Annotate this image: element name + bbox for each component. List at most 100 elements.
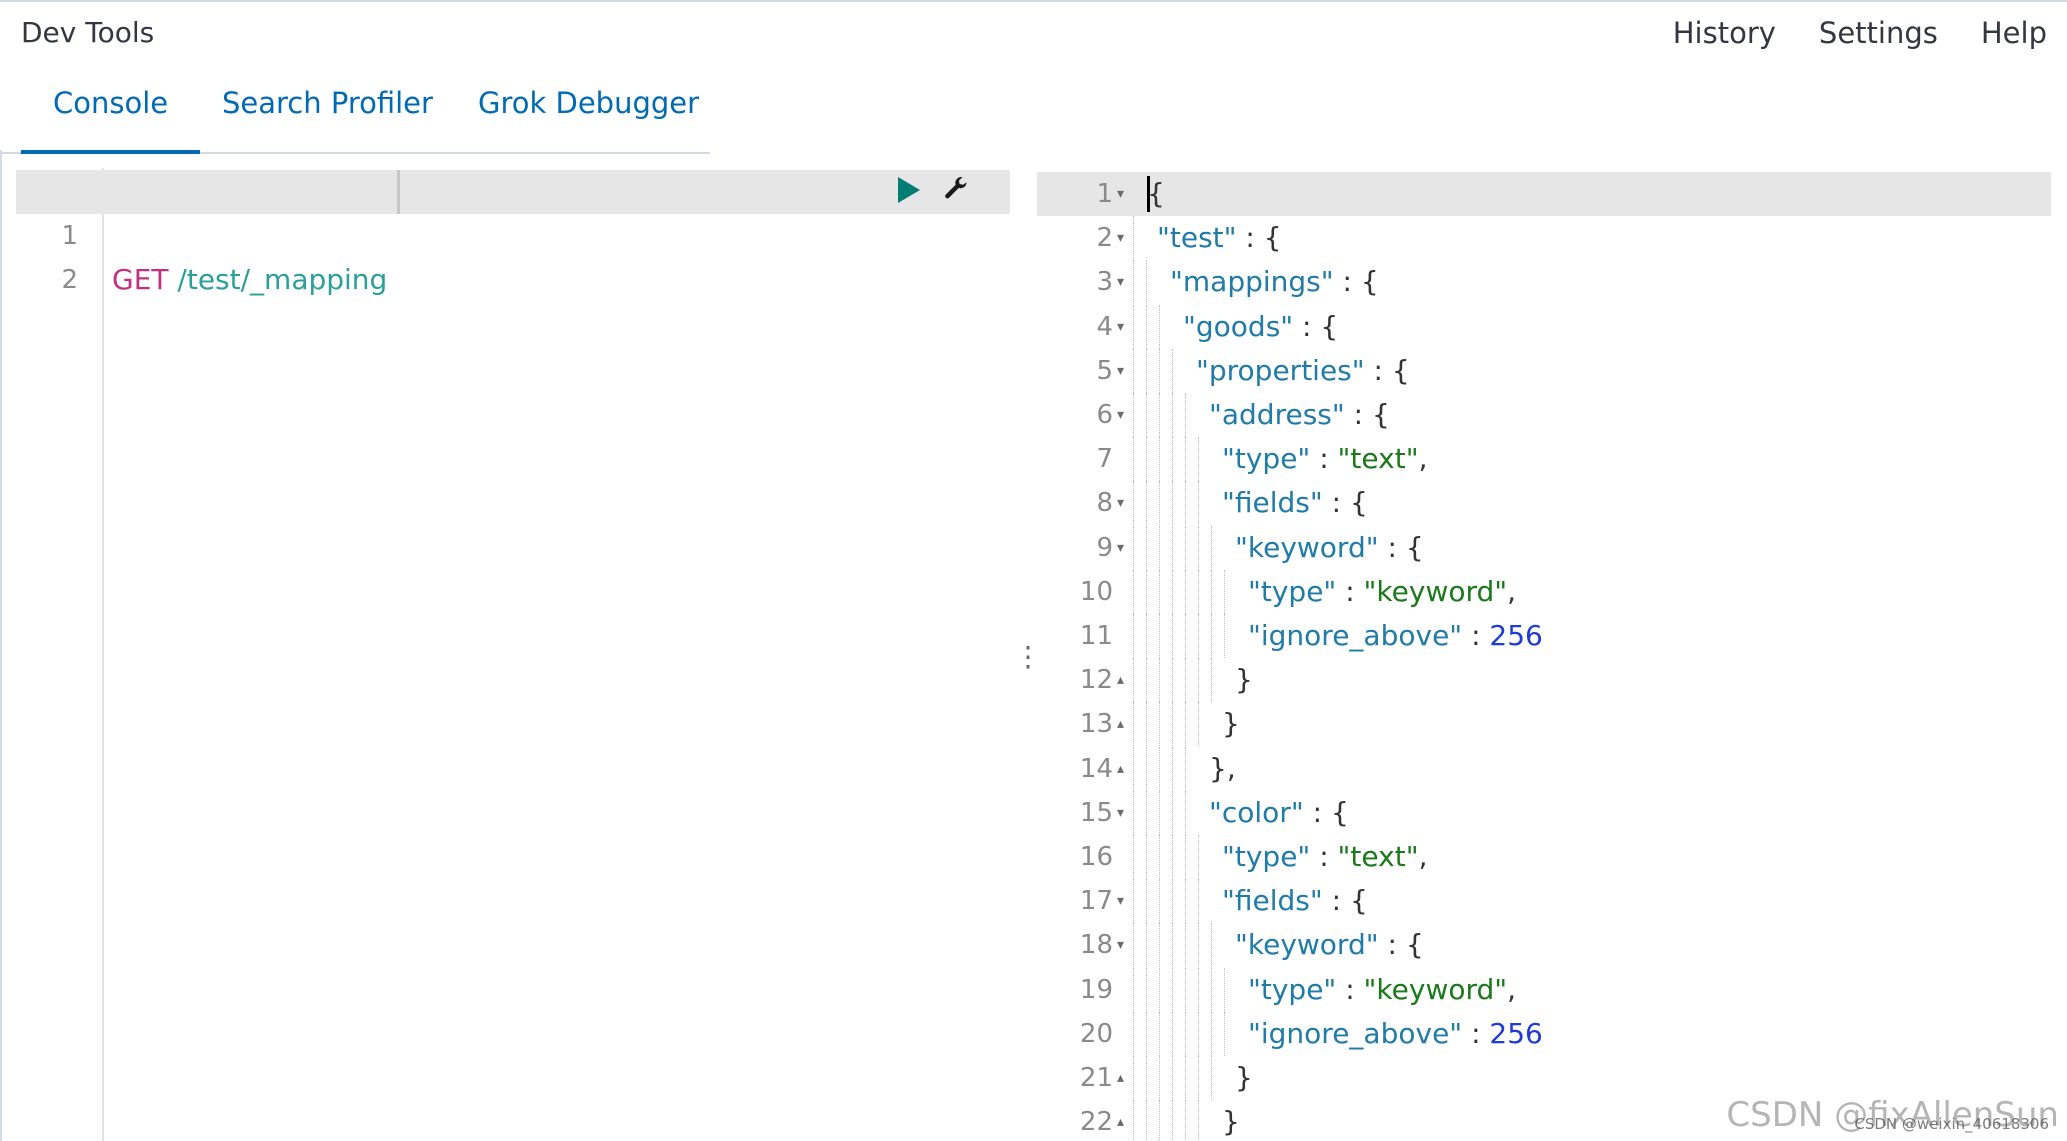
dev-tools-app: Dev Tools History Settings Help Console … (0, 0, 2067, 1141)
response-line[interactable]: 9 ▾ "keyword" : { (1037, 525, 2051, 570)
response-code: "color" : { (1209, 791, 1349, 835)
indent-guide (1185, 614, 1186, 658)
indent-guide (1185, 702, 1186, 747)
response-line[interactable]: 1 ▾{ (1037, 172, 2051, 216)
help-link[interactable]: Help (1981, 16, 2047, 50)
tab-console[interactable]: Console (21, 86, 201, 154)
request-editor[interactable]: 1 GET /test/_mapping 2 (16, 168, 1010, 1141)
response-line[interactable]: 6 ▾ "address" : { (1037, 393, 2051, 437)
tab-console-label: Console (53, 86, 169, 120)
response-code: "test" : { (1157, 216, 1282, 260)
line-number: 2 (1096, 223, 1113, 254)
json-key: "test" (1157, 221, 1237, 255)
response-line[interactable]: 7 "type" : "text", (1037, 437, 2051, 482)
json-punctuation: : (1310, 840, 1338, 873)
indent-guide (1172, 923, 1173, 968)
fold-open-icon[interactable]: ▾ (1117, 879, 1124, 923)
line-number: 19 (1079, 974, 1113, 1005)
line-number: 8 (1096, 488, 1113, 519)
response-line[interactable]: 20 "ignore_above" : 256 (1037, 1011, 2051, 1056)
fold-open-icon[interactable]: ▾ (1117, 481, 1124, 525)
response-line[interactable]: 21 ▴} (1037, 1056, 2051, 1100)
indent-guide (1172, 746, 1173, 791)
tab-grok-debugger[interactable]: Grok Debugger (478, 86, 699, 150)
history-link[interactable]: History (1673, 16, 1776, 50)
wrench-icon[interactable] (942, 176, 970, 204)
indent-guide (1159, 746, 1160, 791)
indent-guide (1133, 790, 1134, 835)
response-line[interactable]: 5 ▾ "properties" : { (1037, 348, 2051, 393)
indent-guide (1198, 879, 1199, 924)
json-key: "keyword" (1235, 530, 1379, 564)
response-code: "mappings" : { (1170, 260, 1379, 304)
response-line[interactable]: 2 ▾ "test" : { (1037, 216, 2051, 261)
indent-guide (1185, 481, 1186, 526)
json-punctuation: } (1222, 1105, 1240, 1139)
indent-guide (1185, 658, 1186, 703)
request-code[interactable]: GET /test/_mapping (112, 258, 387, 302)
response-line[interactable]: 19 "type" : "keyword", (1037, 967, 2051, 1012)
fold-open-icon[interactable]: ▾ (1117, 172, 1124, 216)
indent-guide (1133, 923, 1134, 968)
fold-open-icon[interactable]: ▾ (1117, 216, 1124, 260)
settings-link[interactable]: Settings (1819, 16, 1938, 50)
json-key: "goods" (1183, 309, 1294, 343)
indent-guide (1133, 835, 1134, 879)
fold-open-icon[interactable]: ▾ (1117, 791, 1124, 835)
response-code: } (1235, 1056, 1253, 1100)
response-code: "type" : "text", (1222, 437, 1427, 481)
fold-open-icon[interactable]: ▾ (1117, 349, 1124, 393)
fold-open-icon[interactable]: ▾ (1117, 923, 1124, 967)
indent-guide (1159, 790, 1160, 835)
json-key: "properties" (1196, 353, 1365, 387)
fold-close-icon[interactable]: ▴ (1117, 1100, 1124, 1141)
indent-guide (1172, 437, 1173, 482)
response-line[interactable]: 11 "ignore_above" : 256 (1037, 614, 2051, 658)
response-line[interactable]: 12 ▴} (1037, 658, 2051, 703)
json-punctuation: : { (1333, 265, 1379, 299)
indent-guide (1146, 1011, 1147, 1056)
indent-guide (1159, 658, 1160, 703)
indent-guide (1133, 746, 1134, 791)
response-line[interactable]: 10 "type" : "keyword", (1037, 569, 2051, 614)
indent-guide (1159, 923, 1160, 968)
response-line[interactable]: 8 ▾ "fields" : { (1037, 481, 2051, 526)
json-punctuation: : { (1344, 398, 1390, 431)
response-line[interactable]: 18 ▾ "keyword" : { (1037, 923, 2051, 968)
fold-open-icon[interactable]: ▾ (1117, 393, 1124, 437)
request-method: GET (112, 263, 169, 296)
play-icon[interactable] (898, 177, 920, 203)
response-editor[interactable]: 1 ▾{2 ▾ "test" : {3 ▾ "mappings" : {4 ▾ "goods"… (1037, 168, 2051, 1141)
indent-guide (1198, 525, 1199, 570)
response-line[interactable]: 14 ▴}, (1037, 746, 2051, 791)
tab-search-profiler[interactable]: Search Profiler (222, 86, 433, 150)
fold-open-icon[interactable]: ▾ (1117, 526, 1124, 570)
fold-close-icon[interactable]: ▴ (1117, 658, 1124, 702)
request-line-2[interactable]: 2 (16, 214, 1010, 295)
request-line-1[interactable]: 1 GET /test/_mapping (16, 170, 1010, 296)
indent-guide (1211, 967, 1212, 1012)
response-line[interactable]: 13 ▴} (1037, 702, 2051, 747)
json-punctuation: : (1462, 1016, 1490, 1050)
indent-guide (1133, 1011, 1134, 1056)
indent-guide (1146, 614, 1147, 658)
response-line[interactable]: 17 ▾ "fields" : { (1037, 879, 2051, 924)
json-key: "ignore_above" (1248, 619, 1463, 652)
line-number: 17 (1079, 886, 1113, 917)
line-number: 12 (1079, 665, 1113, 696)
indent-guide (1159, 525, 1160, 570)
fold-open-icon[interactable]: ▾ (1117, 260, 1124, 304)
fold-close-icon[interactable]: ▴ (1117, 702, 1124, 746)
indent-guide (1172, 393, 1173, 437)
response-line[interactable]: 3 ▾ "mappings" : { (1037, 260, 2051, 305)
panel-resizer[interactable]: ⋮ (1014, 640, 1042, 680)
response-line[interactable]: 15 ▾ "color" : { (1037, 790, 2051, 835)
fold-open-icon[interactable]: ▾ (1117, 305, 1124, 349)
json-key: "address" (1209, 398, 1345, 431)
fold-close-icon[interactable]: ▴ (1117, 747, 1124, 791)
indent-guide (1133, 525, 1134, 570)
indent-guide (1172, 525, 1173, 570)
fold-close-icon[interactable]: ▴ (1117, 1056, 1124, 1100)
response-line[interactable]: 16 "type" : "text", (1037, 835, 2051, 879)
response-line[interactable]: 4 ▾ "goods" : { (1037, 304, 2051, 349)
